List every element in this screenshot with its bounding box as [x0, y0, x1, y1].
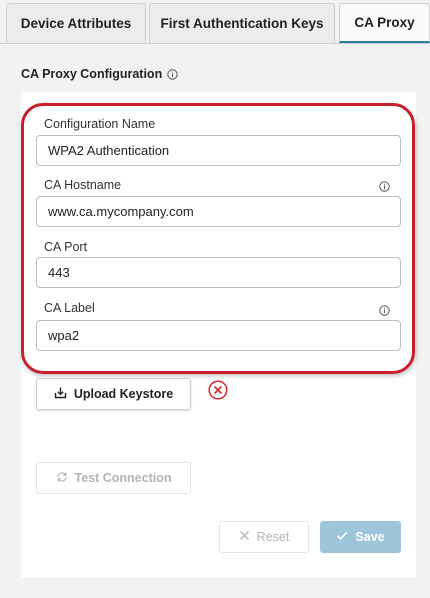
save-button[interactable]: Save [320, 521, 401, 553]
ca-hostname-info-icon[interactable] [379, 181, 390, 192]
ca-port-label: CA Port [44, 240, 88, 254]
section-header: CA Proxy Configuration [21, 67, 178, 81]
upload-keystore-label: Upload Keystore [73, 387, 174, 401]
refresh-icon [56, 471, 68, 486]
ca-hostname-input[interactable] [36, 196, 401, 227]
close-icon [239, 530, 250, 544]
upload-icon [54, 386, 67, 402]
ca-hostname-label: CA Hostname [44, 178, 122, 192]
tab-device-attributes[interactable]: Device Attributes [6, 3, 146, 43]
test-connection-label: Test Connection [74, 471, 172, 485]
ca-port-input[interactable] [36, 257, 401, 288]
config-name-input[interactable] [36, 135, 401, 166]
tab-divider [0, 43, 430, 44]
tab-first-authentication-keys[interactable]: First Authentication Keys [149, 3, 335, 43]
save-label: Save [355, 530, 385, 544]
config-name-label: Configuration Name [44, 117, 156, 131]
error-x-circle-icon [208, 380, 228, 400]
ca-label-label: CA Label [44, 301, 95, 315]
info-icon[interactable] [167, 68, 178, 80]
upload-keystore-button[interactable]: Upload Keystore [36, 378, 191, 410]
reset-label: Reset [256, 530, 290, 544]
test-connection-button[interactable]: Test Connection [36, 462, 191, 494]
section-title: CA Proxy Configuration [21, 67, 163, 81]
ca-label-input[interactable] [36, 320, 401, 351]
check-icon [336, 530, 348, 544]
ca-label-info-icon[interactable] [379, 305, 390, 316]
tab-ca-proxy[interactable]: CA Proxy [339, 3, 430, 43]
reset-button[interactable]: Reset [219, 521, 309, 553]
tab-bar: Device Attributes First Authentication K… [0, 0, 430, 44]
